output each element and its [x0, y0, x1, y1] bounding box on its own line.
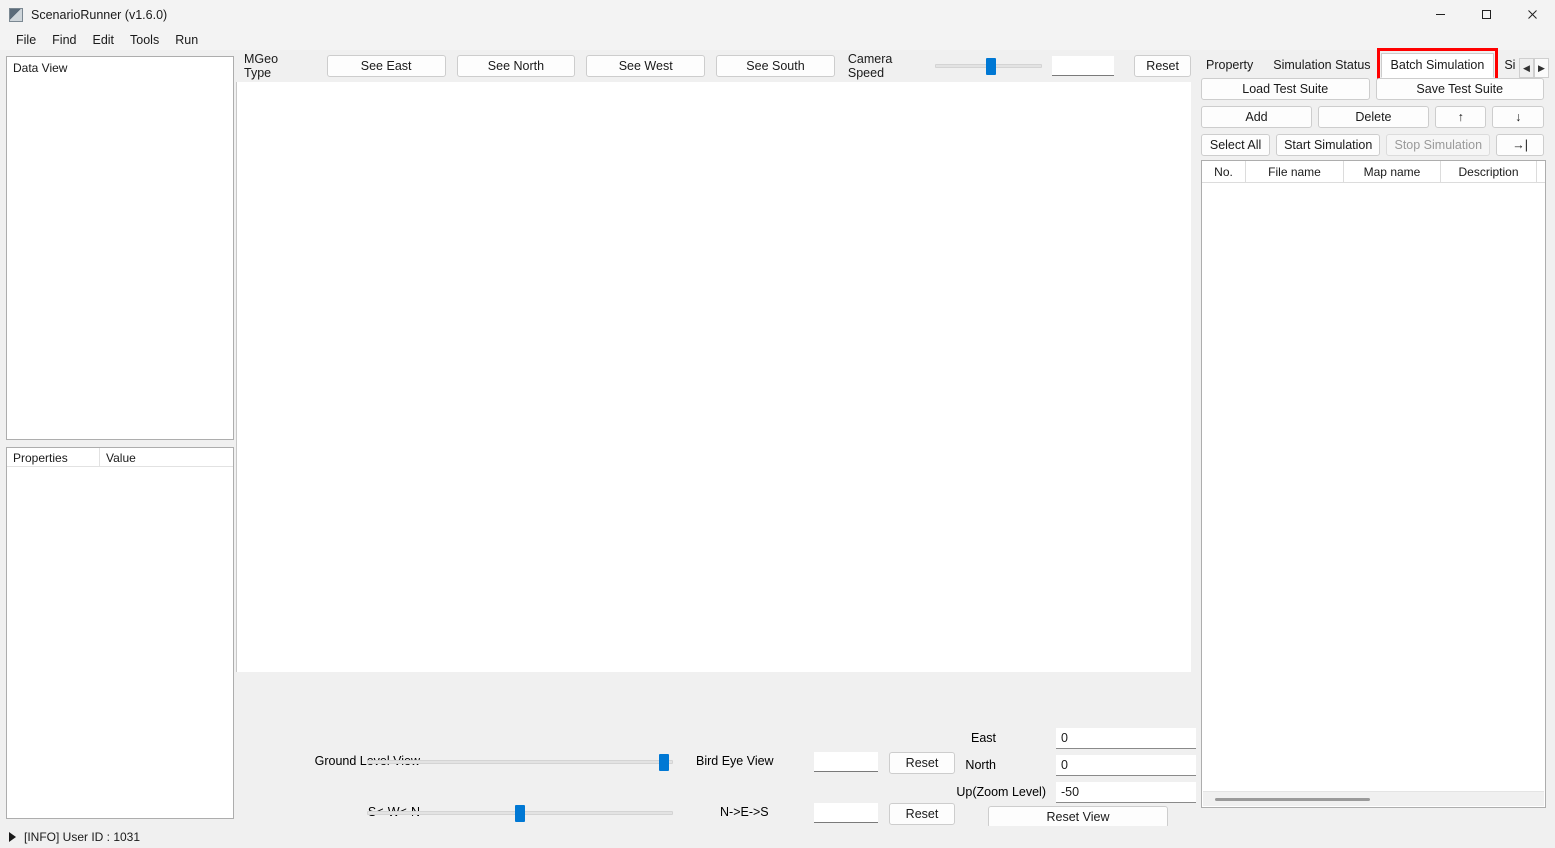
camera-speed-slider-thumb[interactable]	[986, 58, 996, 75]
status-bar: [INFO] User ID : 1031	[0, 826, 1555, 848]
play-arrow-icon	[9, 832, 16, 842]
swn-slider-thumb[interactable]	[515, 805, 525, 822]
add-button[interactable]: Add	[1201, 106, 1312, 128]
camera-reset-button[interactable]: Reset	[1134, 55, 1191, 77]
east-input[interactable]	[1056, 728, 1196, 749]
right-panel-tabs: Property Simulation Status Batch Simulat…	[1196, 50, 1549, 78]
window-controls	[1417, 0, 1555, 29]
batch-table-horizontal-scrollbar[interactable]	[1203, 791, 1544, 806]
application-window: ScenarioRunner (v1.6.0) File Find Edit T…	[0, 0, 1555, 848]
see-west-button[interactable]: See West	[586, 55, 705, 77]
delete-button[interactable]: Delete	[1318, 106, 1429, 128]
3d-viewport[interactable]	[236, 82, 1191, 672]
camera-speed-input[interactable]	[1052, 56, 1114, 76]
properties-column-header[interactable]: Properties	[7, 448, 100, 466]
tab-scroll-right-icon[interactable]: ▶	[1534, 58, 1549, 78]
status-message: [INFO] User ID : 1031	[24, 830, 140, 844]
batch-simulation-panel: Load Test Suite Save Test Suite Add Dele…	[1196, 78, 1549, 826]
minimize-button[interactable]	[1417, 0, 1463, 29]
tab-scroll-left-icon[interactable]: ◀	[1519, 58, 1534, 78]
reset-view-button[interactable]: Reset View	[988, 806, 1168, 828]
ground-level-view-slider-track	[367, 760, 673, 764]
batch-column-no[interactable]: No.	[1202, 161, 1246, 183]
save-test-suite-button[interactable]: Save Test Suite	[1376, 78, 1545, 100]
see-east-button[interactable]: See East	[327, 55, 446, 77]
simulation-control-row: Select All Start Simulation Stop Simulat…	[1201, 134, 1544, 156]
tab-simulation-status[interactable]: Simulation Status	[1263, 53, 1380, 78]
menu-item-find[interactable]: Find	[44, 31, 84, 49]
data-view-label: Data View	[7, 57, 233, 79]
app-icon	[9, 8, 23, 22]
menu-item-edit[interactable]: Edit	[84, 31, 122, 49]
value-column-header[interactable]: Value	[100, 448, 233, 466]
east-label: East	[936, 731, 996, 745]
tab-simulation-overflow[interactable]: Simulati	[1494, 53, 1517, 78]
north-label: North	[936, 758, 996, 772]
move-down-button[interactable]: ↓	[1492, 106, 1544, 128]
batch-column-file-name[interactable]: File name	[1246, 161, 1344, 183]
swn-slider[interactable]	[367, 803, 673, 823]
nes-reset-button[interactable]: Reset	[889, 803, 955, 825]
menu-item-tools[interactable]: Tools	[122, 31, 167, 49]
nes-label: N->E->S	[720, 805, 769, 819]
center-region: MGeo Type See East See North See West Se…	[236, 50, 1191, 826]
see-south-button[interactable]: See South	[716, 55, 835, 77]
move-up-button[interactable]: ↑	[1435, 106, 1487, 128]
menu-bar: File Find Edit Tools Run	[0, 29, 1555, 50]
close-button[interactable]	[1509, 0, 1555, 29]
batch-table-header: No. File name Map name Description	[1202, 161, 1545, 183]
stop-simulation-button[interactable]: Stop Simulation	[1386, 134, 1490, 156]
batch-table-scroll-thumb[interactable]	[1215, 798, 1370, 801]
north-input[interactable]	[1056, 755, 1196, 776]
see-north-button[interactable]: See North	[457, 55, 576, 77]
tab-batch-simulation[interactable]: Batch Simulation	[1381, 53, 1495, 78]
batch-simulation-table[interactable]: No. File name Map name Description	[1201, 160, 1546, 808]
up-zoom-level-label: Up(Zoom Level)	[926, 785, 1046, 799]
start-simulation-button[interactable]: Start Simulation	[1276, 134, 1380, 156]
ground-level-view-slider-thumb[interactable]	[659, 754, 669, 771]
window-title: ScenarioRunner (v1.6.0)	[31, 8, 167, 22]
bird-eye-view-input[interactable]	[814, 752, 878, 772]
ground-level-view-slider[interactable]	[367, 752, 673, 772]
view-controls-panel: Ground Level View S<-W<-N Bird Eye View …	[236, 672, 1191, 804]
data-view-panel[interactable]: Data View	[6, 56, 234, 440]
select-all-button[interactable]: Select All	[1201, 134, 1270, 156]
right-sidebar: Property Simulation Status Batch Simulat…	[1196, 50, 1549, 826]
load-test-suite-button[interactable]: Load Test Suite	[1201, 78, 1370, 100]
skip-to-end-button[interactable]: →|	[1496, 134, 1544, 156]
mgeo-type-label: MGeo Type	[244, 52, 303, 80]
left-sidebar: Data View Properties Value	[6, 56, 234, 826]
camera-speed-slider[interactable]	[935, 56, 1043, 76]
maximize-button[interactable]	[1463, 0, 1509, 29]
nes-input[interactable]	[814, 803, 878, 823]
test-suite-button-row: Load Test Suite Save Test Suite	[1201, 78, 1544, 100]
bird-eye-view-label: Bird Eye View	[696, 754, 774, 768]
camera-speed-label: Camera Speed	[848, 52, 925, 80]
properties-panel[interactable]: Properties Value	[6, 447, 234, 819]
menu-item-run[interactable]: Run	[167, 31, 206, 49]
camera-toolbar: MGeo Type See East See North See West Se…	[236, 50, 1191, 82]
tab-scroll-controls: ◀ ▶	[1519, 58, 1549, 78]
batch-column-map-name[interactable]: Map name	[1344, 161, 1441, 183]
menu-item-file[interactable]: File	[8, 31, 44, 49]
batch-column-spacer	[1537, 161, 1545, 183]
item-edit-button-row: Add Delete ↑ ↓	[1201, 106, 1544, 128]
properties-table-header: Properties Value	[7, 448, 233, 467]
tab-property[interactable]: Property	[1196, 53, 1263, 78]
up-zoom-level-input[interactable]	[1056, 782, 1196, 803]
title-bar: ScenarioRunner (v1.6.0)	[0, 0, 1555, 29]
batch-column-description[interactable]: Description	[1441, 161, 1537, 183]
